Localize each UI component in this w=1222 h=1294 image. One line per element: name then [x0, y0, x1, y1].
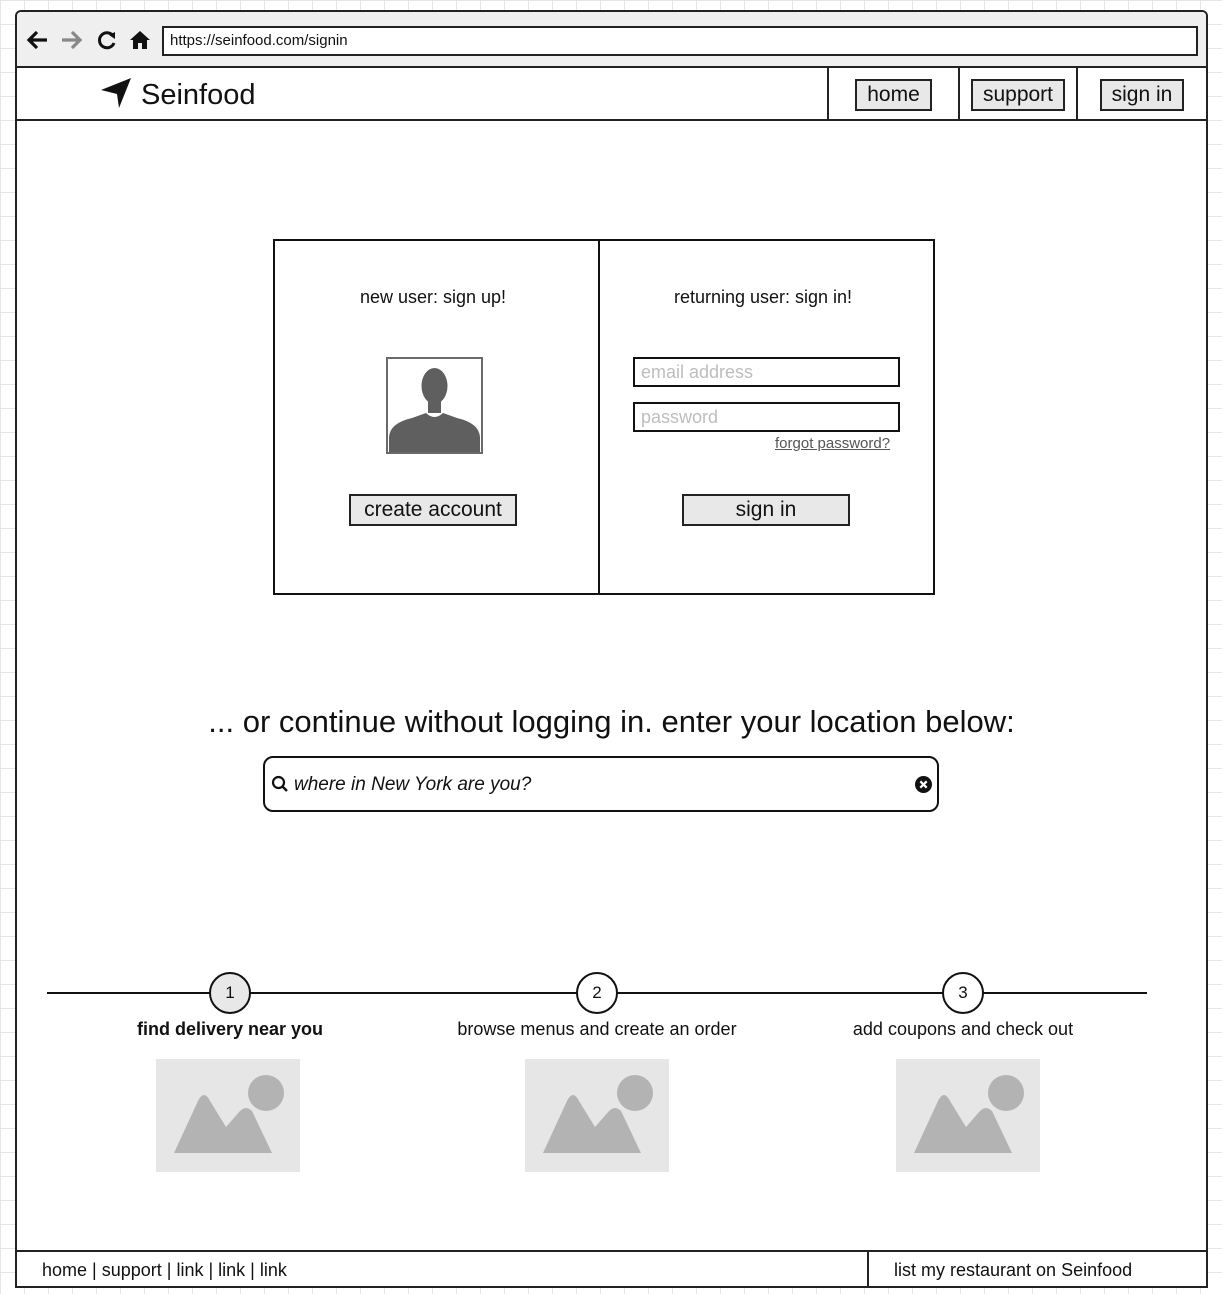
nav-sign-in-button[interactable]: sign in	[1099, 78, 1185, 111]
continue-heading: ... or continue without logging in. ente…	[208, 704, 1015, 739]
footer-link-home[interactable]: home	[42, 1260, 87, 1281]
search-placeholder: where in New York are you?	[294, 774, 532, 795]
step-2-number: 2	[576, 972, 618, 1014]
arrow-right-icon[interactable]	[59, 28, 85, 52]
nav-cell-support: support	[958, 68, 1076, 121]
footer-link[interactable]: link	[260, 1260, 287, 1281]
footer-separator: |	[245, 1260, 260, 1280]
footer-separator: |	[161, 1260, 177, 1280]
browser-window: https://seinfood.com/signin Seinfood hom…	[15, 10, 1208, 1288]
image-placeholder-icon	[896, 1059, 1040, 1172]
list-restaurant-link[interactable]: list my restaurant on Seinfood	[894, 1260, 1132, 1281]
step-1-number: 1	[209, 972, 251, 1014]
location-search-input[interactable]: where in New York are you?	[263, 756, 939, 812]
forgot-password-link[interactable]: forgot password?	[775, 435, 890, 452]
footer-separator: |	[87, 1260, 102, 1280]
nav-cell-sign-in: sign in	[1076, 68, 1206, 121]
search-icon	[271, 775, 289, 798]
sign-in-button[interactable]: sign in	[682, 494, 850, 526]
reload-icon[interactable]	[94, 28, 120, 52]
nav-home-button[interactable]: home	[855, 78, 932, 111]
address-bar[interactable]: https://seinfood.com/signin	[162, 26, 1198, 56]
nav-cell-home: home	[827, 68, 958, 121]
site-header: Seinfood home support sign in	[17, 68, 1206, 121]
image-placeholder-icon	[525, 1059, 669, 1172]
location-arrow-icon	[99, 76, 133, 115]
home-icon[interactable]	[127, 28, 153, 52]
auth-divider	[598, 241, 600, 593]
browser-toolbar: https://seinfood.com/signin	[17, 12, 1206, 68]
step-2-label: browse menus and create an order	[457, 1019, 737, 1039]
email-field[interactable]: email address	[633, 357, 900, 387]
step-3-number: 3	[942, 972, 984, 1014]
image-placeholder-icon	[156, 1059, 300, 1172]
step-1-label: find delivery near you	[136, 1019, 324, 1039]
arrow-left-icon[interactable]	[24, 28, 50, 52]
footer-divider	[867, 1252, 869, 1286]
footer-link[interactable]: link	[218, 1260, 245, 1281]
footer-separator: |	[203, 1260, 219, 1280]
brand-logo[interactable]: Seinfood	[99, 76, 256, 115]
user-silhouette-icon	[386, 357, 483, 454]
brand-name: Seinfood	[141, 79, 256, 111]
step-3-label: add coupons and check out	[852, 1019, 1074, 1039]
site-footer: home | support | link | link | link list…	[17, 1250, 1206, 1286]
footer-link[interactable]: link	[176, 1260, 203, 1281]
signin-title: returning user: sign in!	[673, 287, 853, 307]
create-account-button[interactable]: create account	[349, 494, 517, 526]
clear-icon[interactable]	[915, 776, 932, 798]
nav-support-button[interactable]: support	[970, 78, 1066, 111]
signup-title: new user: sign up!	[359, 287, 507, 307]
footer-links: home | support | link | link | link	[42, 1260, 287, 1281]
auth-panel: new user: sign up! create account return…	[273, 239, 935, 595]
password-field[interactable]: password	[633, 402, 900, 432]
footer-link-support[interactable]: support	[102, 1260, 162, 1281]
